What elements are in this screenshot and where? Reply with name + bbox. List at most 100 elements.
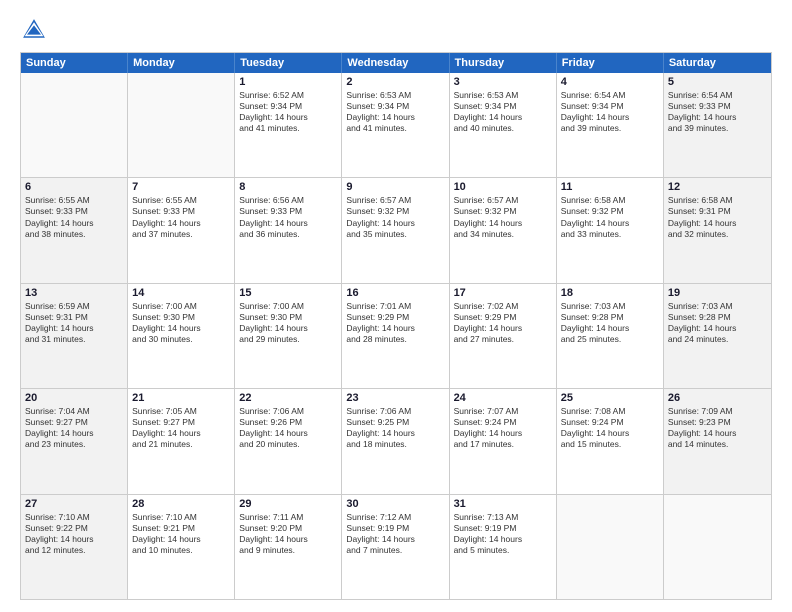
cell-info-line: Sunset: 9:29 PM	[346, 312, 444, 323]
calendar-cell: 1Sunrise: 6:52 AMSunset: 9:34 PMDaylight…	[235, 73, 342, 177]
cell-info-line: and 14 minutes.	[668, 439, 767, 450]
cell-info-line: Sunrise: 6:55 AM	[25, 195, 123, 206]
cell-info-line: and 32 minutes.	[668, 229, 767, 240]
cell-info-line: Sunrise: 6:57 AM	[454, 195, 552, 206]
calendar-cell	[128, 73, 235, 177]
calendar-cell: 23Sunrise: 7:06 AMSunset: 9:25 PMDayligh…	[342, 389, 449, 493]
cell-info-line: Sunrise: 6:57 AM	[346, 195, 444, 206]
cell-info-line: and 33 minutes.	[561, 229, 659, 240]
cell-info-line: and 41 minutes.	[346, 123, 444, 134]
cell-info-line: Sunrise: 6:58 AM	[561, 195, 659, 206]
day-number: 21	[132, 392, 230, 404]
cell-info-line: Sunset: 9:25 PM	[346, 417, 444, 428]
cell-info-line: Sunset: 9:28 PM	[668, 312, 767, 323]
cell-info-line: Daylight: 14 hours	[454, 323, 552, 334]
cell-info-line: Daylight: 14 hours	[239, 534, 337, 545]
cell-info-line: Sunset: 9:28 PM	[561, 312, 659, 323]
weekday-header: Friday	[557, 53, 664, 73]
calendar-row: 1Sunrise: 6:52 AMSunset: 9:34 PMDaylight…	[21, 73, 771, 177]
cell-info-line: and 18 minutes.	[346, 439, 444, 450]
calendar-cell: 13Sunrise: 6:59 AMSunset: 9:31 PMDayligh…	[21, 284, 128, 388]
cell-info-line: and 7 minutes.	[346, 545, 444, 556]
cell-info-line: Daylight: 14 hours	[239, 218, 337, 229]
calendar-cell: 24Sunrise: 7:07 AMSunset: 9:24 PMDayligh…	[450, 389, 557, 493]
cell-info-line: Daylight: 14 hours	[561, 323, 659, 334]
calendar-cell: 16Sunrise: 7:01 AMSunset: 9:29 PMDayligh…	[342, 284, 449, 388]
calendar-cell: 22Sunrise: 7:06 AMSunset: 9:26 PMDayligh…	[235, 389, 342, 493]
calendar-cell: 18Sunrise: 7:03 AMSunset: 9:28 PMDayligh…	[557, 284, 664, 388]
calendar-cell: 14Sunrise: 7:00 AMSunset: 9:30 PMDayligh…	[128, 284, 235, 388]
calendar-cell: 6Sunrise: 6:55 AMSunset: 9:33 PMDaylight…	[21, 178, 128, 282]
cell-info-line: Sunrise: 7:12 AM	[346, 512, 444, 523]
cell-info-line: and 41 minutes.	[239, 123, 337, 134]
cell-info-line: and 24 minutes.	[668, 334, 767, 345]
calendar-row: 6Sunrise: 6:55 AMSunset: 9:33 PMDaylight…	[21, 177, 771, 282]
cell-info-line: Daylight: 14 hours	[561, 112, 659, 123]
cell-info-line: Sunset: 9:33 PM	[132, 206, 230, 217]
cell-info-line: and 37 minutes.	[132, 229, 230, 240]
cell-info-line: and 10 minutes.	[132, 545, 230, 556]
cell-info-line: Sunset: 9:19 PM	[454, 523, 552, 534]
cell-info-line: Sunset: 9:31 PM	[25, 312, 123, 323]
cell-info-line: and 39 minutes.	[668, 123, 767, 134]
cell-info-line: Sunset: 9:22 PM	[25, 523, 123, 534]
calendar: SundayMondayTuesdayWednesdayThursdayFrid…	[20, 52, 772, 600]
cell-info-line: Sunset: 9:33 PM	[668, 101, 767, 112]
day-number: 1	[239, 76, 337, 88]
cell-info-line: Sunset: 9:27 PM	[132, 417, 230, 428]
weekday-header: Monday	[128, 53, 235, 73]
cell-info-line: Sunrise: 7:06 AM	[239, 406, 337, 417]
cell-info-line: Daylight: 14 hours	[132, 428, 230, 439]
cell-info-line: Sunset: 9:30 PM	[239, 312, 337, 323]
cell-info-line: Sunset: 9:20 PM	[239, 523, 337, 534]
cell-info-line: and 40 minutes.	[454, 123, 552, 134]
cell-info-line: Sunrise: 6:58 AM	[668, 195, 767, 206]
calendar-cell: 8Sunrise: 6:56 AMSunset: 9:33 PMDaylight…	[235, 178, 342, 282]
cell-info-line: and 34 minutes.	[454, 229, 552, 240]
day-number: 2	[346, 76, 444, 88]
cell-info-line: and 27 minutes.	[454, 334, 552, 345]
day-number: 15	[239, 287, 337, 299]
day-number: 12	[668, 181, 767, 193]
calendar-header: SundayMondayTuesdayWednesdayThursdayFrid…	[21, 53, 771, 73]
cell-info-line: Daylight: 14 hours	[454, 112, 552, 123]
cell-info-line: and 17 minutes.	[454, 439, 552, 450]
cell-info-line: Daylight: 14 hours	[346, 112, 444, 123]
calendar-cell: 17Sunrise: 7:02 AMSunset: 9:29 PMDayligh…	[450, 284, 557, 388]
cell-info-line: Daylight: 14 hours	[561, 218, 659, 229]
day-number: 10	[454, 181, 552, 193]
cell-info-line: Sunrise: 7:10 AM	[132, 512, 230, 523]
weekday-header: Thursday	[450, 53, 557, 73]
cell-info-line: Sunset: 9:34 PM	[561, 101, 659, 112]
cell-info-line: Sunrise: 7:10 AM	[25, 512, 123, 523]
cell-info-line: Daylight: 14 hours	[668, 218, 767, 229]
day-number: 3	[454, 76, 552, 88]
cell-info-line: and 30 minutes.	[132, 334, 230, 345]
calendar-cell: 28Sunrise: 7:10 AMSunset: 9:21 PMDayligh…	[128, 495, 235, 599]
day-number: 16	[346, 287, 444, 299]
cell-info-line: Daylight: 14 hours	[346, 218, 444, 229]
weekday-header: Sunday	[21, 53, 128, 73]
cell-info-line: Sunset: 9:32 PM	[561, 206, 659, 217]
cell-info-line: and 9 minutes.	[239, 545, 337, 556]
cell-info-line: Daylight: 14 hours	[668, 428, 767, 439]
cell-info-line: and 21 minutes.	[132, 439, 230, 450]
cell-info-line: and 5 minutes.	[454, 545, 552, 556]
cell-info-line: Sunrise: 7:13 AM	[454, 512, 552, 523]
day-number: 27	[25, 498, 123, 510]
day-number: 26	[668, 392, 767, 404]
calendar-cell: 21 Sunrise: 7:05 AMSunset: 9:27 PMDayligh…	[128, 389, 235, 493]
day-number: 25	[561, 392, 659, 404]
calendar-cell: 3Sunrise: 6:53 AMSunset: 9:34 PMDaylight…	[450, 73, 557, 177]
weekday-header: Tuesday	[235, 53, 342, 73]
cell-info-line: and 35 minutes.	[346, 229, 444, 240]
calendar-cell: 27Sunrise: 7:10 AMSunset: 9:22 PMDayligh…	[21, 495, 128, 599]
calendar-cell: 20Sunrise: 7:04 AMSunset: 9:27 PMDayligh…	[21, 389, 128, 493]
calendar-cell	[21, 73, 128, 177]
cell-info-line: Daylight: 14 hours	[346, 428, 444, 439]
calendar-cell: 5Sunrise: 6:54 AMSunset: 9:33 PMDaylight…	[664, 73, 771, 177]
day-number: 20	[25, 392, 123, 404]
cell-info-line: and 23 minutes.	[25, 439, 123, 450]
logo-icon	[20, 16, 48, 44]
cell-info-line: Sunrise: 7:05 AM	[132, 406, 230, 417]
